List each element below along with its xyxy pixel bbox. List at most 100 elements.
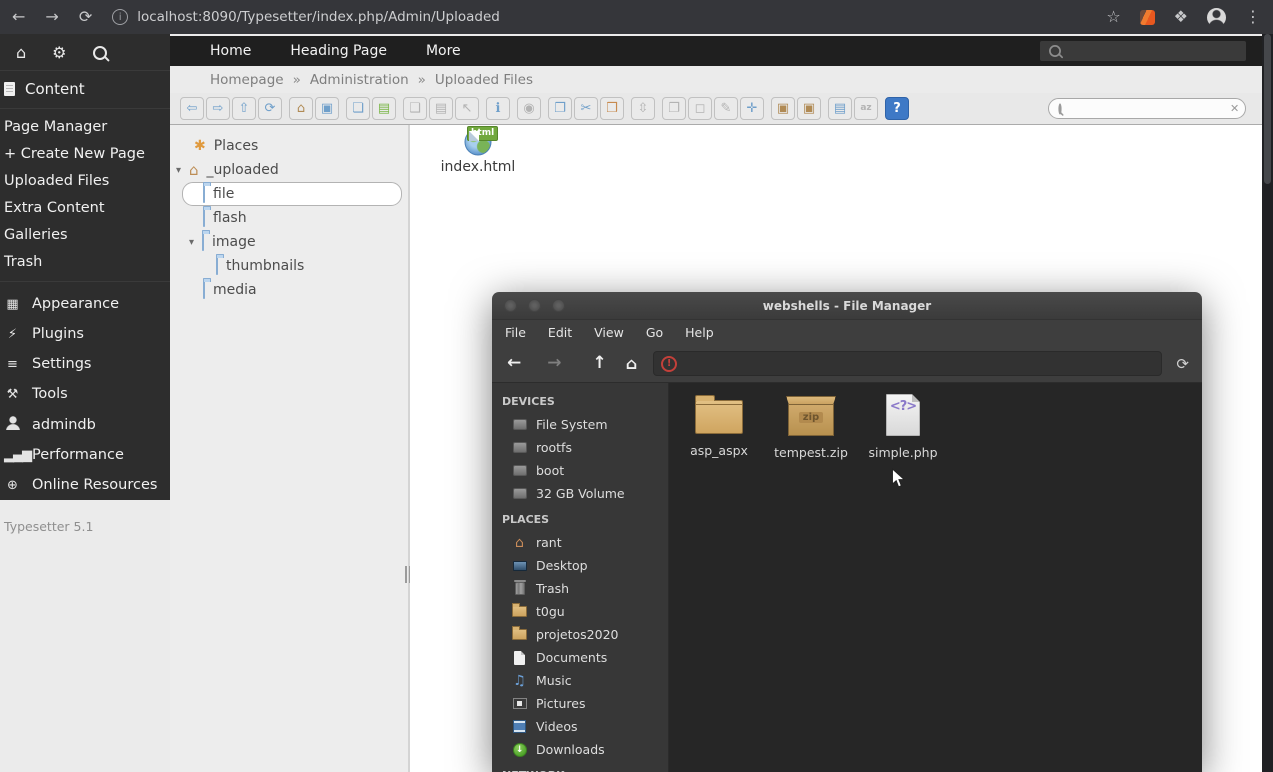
window-button-3[interactable]: [552, 299, 565, 312]
sidebar-item-settings[interactable]: ≡Settings: [0, 349, 170, 379]
browser-back-icon[interactable]: ←: [12, 9, 25, 25]
window-button-1[interactable]: [504, 299, 517, 312]
expand-caret-icon[interactable]: ▾: [189, 237, 202, 248]
sidebar-item--create-new-page[interactable]: + Create New Page: [0, 141, 170, 168]
sidebar-item-tools[interactable]: ⚒Tools: [0, 379, 170, 409]
fm-menu-help[interactable]: Help: [685, 325, 714, 340]
window-button[interactable]: ▣: [771, 97, 795, 120]
sidebar-item-trash[interactable]: Trash: [0, 249, 170, 276]
tree-item-thumbnails[interactable]: thumbnails: [170, 254, 408, 278]
fm-place-rant[interactable]: ⌂rant: [492, 531, 668, 554]
refresh-button[interactable]: ⟳: [258, 97, 282, 120]
toolbar-search-input[interactable]: [1069, 101, 1223, 117]
fm-back-icon[interactable]: ←: [507, 355, 521, 372]
nav-item-heading-page[interactable]: Heading Page: [290, 43, 387, 59]
clear-search-icon[interactable]: ✕: [1230, 102, 1239, 115]
paste-page-button[interactable]: ❑: [403, 97, 427, 120]
sidebar-item-appearance[interactable]: ▦Appearance: [0, 289, 170, 319]
sidebar-item-galleries[interactable]: Galleries: [0, 222, 170, 249]
bookmark-star-icon[interactable]: ☆: [1106, 9, 1120, 25]
fm-place-pictures[interactable]: Pictures: [492, 692, 668, 715]
address-bar[interactable]: i localhost:8090/Typesetter/index.php/Ad…: [112, 9, 500, 25]
fm-refresh-icon[interactable]: ⟳: [1176, 355, 1189, 373]
home-button[interactable]: ⌂: [289, 97, 313, 120]
sidebar-item-admindb[interactable]: admindb: [0, 409, 170, 440]
fm-menu-edit[interactable]: Edit: [548, 325, 572, 340]
fm-place-music[interactable]: ♫Music: [492, 669, 668, 692]
forward-button[interactable]: ⇨: [206, 97, 230, 120]
fm-menu-go[interactable]: Go: [646, 325, 663, 340]
sidebar-item-content[interactable]: Content: [0, 70, 170, 108]
duplicate-button[interactable]: ❐: [662, 97, 686, 120]
fm-place-videos[interactable]: Videos: [492, 715, 668, 738]
extension-icon[interactable]: [1140, 10, 1155, 25]
admin-search-input[interactable]: [1068, 43, 1222, 59]
fm-up-icon[interactable]: ↑: [593, 355, 607, 372]
tree-item--uploaded[interactable]: ▾⌂_uploaded: [170, 158, 408, 182]
tree-item-image[interactable]: ▾image: [170, 230, 408, 254]
home-icon[interactable]: ⌂: [16, 45, 26, 61]
fm-file-simple-php[interactable]: <?>simple.php: [859, 393, 947, 460]
fm-place-documents[interactable]: Documents: [492, 646, 668, 669]
select-area-button[interactable]: ◻: [688, 97, 712, 120]
page-scrollbar[interactable]: [1262, 34, 1273, 772]
url-text[interactable]: localhost:8090/Typesetter/index.php/Admi…: [137, 9, 500, 25]
fm-file-tempest-zip[interactable]: ziptempest.zip: [767, 393, 855, 460]
gear-icon[interactable]: ⚙: [52, 45, 66, 61]
tree-item-flash[interactable]: flash: [170, 206, 408, 230]
browser-menu-icon[interactable]: ⋮: [1245, 9, 1261, 25]
new-file-button[interactable]: ❏: [346, 97, 370, 120]
rename-button[interactable]: ✎: [714, 97, 738, 120]
window-titlebar[interactable]: webshells - File Manager: [492, 292, 1202, 320]
extensions-puzzle-icon[interactable]: ❖: [1174, 9, 1188, 25]
archive-button[interactable]: ⇳: [631, 97, 655, 120]
toolbar-search-box[interactable]: ✕: [1048, 98, 1246, 119]
info-button[interactable]: ℹ: [486, 97, 510, 120]
fm-place-boot[interactable]: boot: [492, 459, 668, 482]
browser-reload-icon[interactable]: ⟳: [79, 9, 92, 25]
scrollbar-thumb[interactable]: [1264, 34, 1271, 184]
desktop-button[interactable]: ▣: [315, 97, 339, 120]
cut-button[interactable]: ✂: [574, 97, 598, 120]
file-item-index-html[interactable]: html index.html: [432, 132, 524, 175]
sidebar-item-uploaded-files[interactable]: Uploaded Files: [0, 168, 170, 195]
admin-search-box[interactable]: [1040, 41, 1246, 61]
paste-button[interactable]: ❒: [600, 97, 624, 120]
breadcrumb-item-homepage[interactable]: Homepage: [210, 72, 284, 88]
copy-button[interactable]: ❐: [548, 97, 572, 120]
preview-eye-button[interactable]: ◉: [517, 97, 541, 120]
page-info-icon[interactable]: i: [112, 9, 128, 25]
help-button[interactable]: ?: [885, 97, 909, 120]
fm-place-trash[interactable]: Trash: [492, 577, 668, 600]
save-as-button[interactable]: ▤: [372, 97, 396, 120]
breadcrumb-item-uploaded-files[interactable]: Uploaded Files: [435, 72, 533, 88]
expand-caret-icon[interactable]: ▾: [176, 165, 189, 176]
fm-menu-view[interactable]: View: [594, 325, 624, 340]
fm-home-icon[interactable]: ⌂: [626, 356, 637, 372]
pointer-button[interactable]: ↖: [455, 97, 479, 120]
fm-forward-icon[interactable]: →: [547, 355, 561, 372]
up-button[interactable]: ⇧: [232, 97, 256, 120]
tree-item-file[interactable]: file: [170, 182, 408, 206]
fullscreen-button[interactable]: ✛: [740, 97, 764, 120]
nav-item-home[interactable]: Home: [210, 43, 251, 59]
fm-place-t0gu[interactable]: t0gu: [492, 600, 668, 623]
sidebar-item-online-resources[interactable]: ⊕Online Resources: [0, 470, 170, 500]
browser-forward-icon[interactable]: →: [45, 9, 58, 25]
tree-item-media[interactable]: media: [170, 278, 408, 302]
tree-item-places[interactable]: ✱Places: [170, 134, 408, 158]
fm-place-32-gb-volume[interactable]: 32 GB Volume: [492, 482, 668, 505]
sidebar-item-performance[interactable]: ▂▄▆Performance: [0, 440, 170, 470]
fm-location-bar[interactable]: !: [653, 351, 1162, 376]
fm-place-file-system[interactable]: File System: [492, 413, 668, 436]
fm-place-rootfs[interactable]: rootfs: [492, 436, 668, 459]
sidebar-item-page-manager[interactable]: Page Manager: [0, 114, 170, 141]
list-view-button[interactable]: ▤: [828, 97, 852, 120]
search-icon[interactable]: [93, 46, 107, 60]
sort-alpha-button[interactable]: az: [854, 97, 878, 120]
sidebar-item-extra-content[interactable]: Extra Content: [0, 195, 170, 222]
save-button[interactable]: ▤: [429, 97, 453, 120]
sidebar-item-plugins[interactable]: ⚡Plugins: [0, 319, 170, 349]
fm-file-asp-aspx[interactable]: asp_aspx: [675, 393, 763, 458]
fm-place-downloads[interactable]: ↓Downloads: [492, 738, 668, 761]
